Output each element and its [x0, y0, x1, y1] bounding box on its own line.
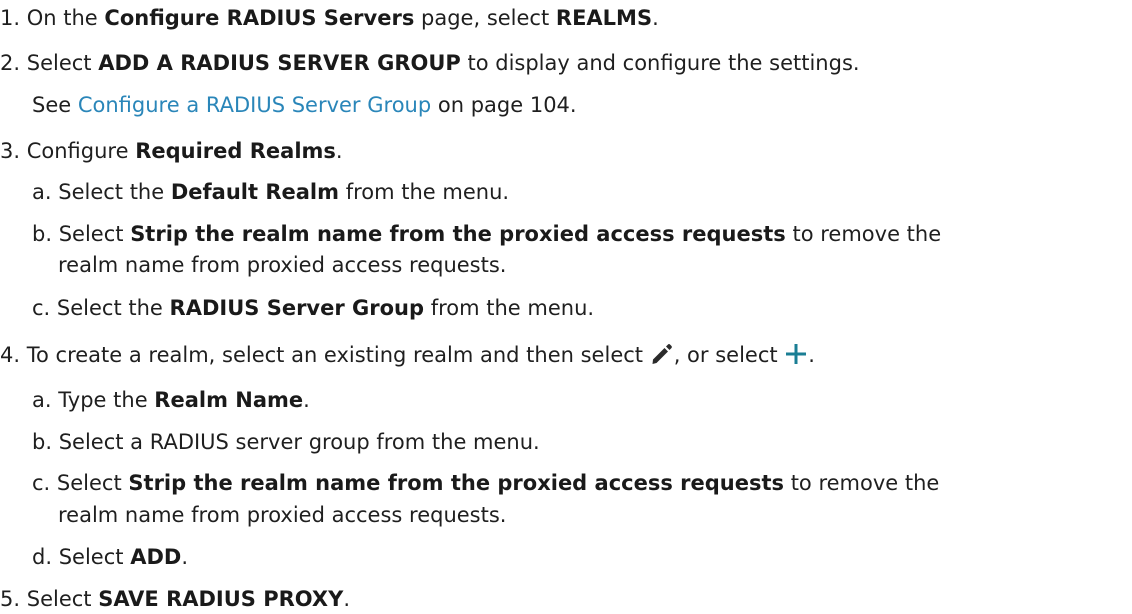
step-number: 5. — [0, 587, 21, 611]
substep-letter: b. — [32, 222, 53, 246]
step-number: 1. — [0, 6, 21, 30]
step-4b: b. Select a RADIUS server group from the… — [32, 427, 540, 457]
substep-letter: b. — [32, 430, 53, 454]
step-text: To create a realm, select an existing re… — [26, 343, 644, 367]
step-text: On the — [26, 6, 98, 30]
step-3b-continued: realm name from proxied access requests. — [58, 250, 506, 280]
step-2: 2. Select ADD A RADIUS SERVER GROUP to d… — [0, 48, 860, 78]
step-bold-term: Configure RADIUS Servers — [104, 6, 415, 30]
cross-reference-link[interactable]: Configure a RADIUS Server Group — [78, 93, 431, 117]
step-text: to display and configure the settings. — [467, 51, 860, 75]
step-number: 3. — [0, 139, 21, 163]
substep-letter: a. — [32, 180, 52, 204]
see-text: on page 104. — [437, 93, 577, 117]
pencil-icon — [650, 342, 674, 374]
substep-text: to remove the — [790, 471, 940, 495]
substep-bold-term: Default Realm — [170, 180, 340, 204]
step-bold-term: REALMS — [555, 6, 653, 30]
substep-text: Select the — [56, 296, 163, 320]
substep-text: Select the — [58, 180, 165, 204]
step-text: . — [343, 587, 350, 611]
step-4a: a. Type the Realm Name. — [32, 385, 310, 415]
substep-text: Select a RADIUS server group from the me… — [58, 430, 540, 454]
plus-icon — [784, 342, 808, 374]
step-number: 4. — [0, 343, 21, 367]
substep-text: Select — [58, 545, 124, 569]
substep-bold-term: Realm Name — [154, 388, 304, 412]
step-4c: c. Select Strip the realm name from the … — [32, 468, 939, 498]
step-4d: d. Select ADD. — [32, 542, 188, 572]
substep-letter: d. — [32, 545, 53, 569]
substep-letter: c. — [32, 471, 51, 495]
substep-text: realm name from proxied access requests. — [58, 503, 507, 527]
see-text: See — [32, 93, 72, 117]
substep-text: Select — [56, 471, 122, 495]
step-text: . — [335, 139, 343, 163]
step-bold-term: SAVE RADIUS PROXY — [98, 587, 344, 611]
step-text: page, select — [421, 6, 550, 30]
substep-text: from the menu. — [430, 296, 595, 320]
substep-text: Select — [58, 222, 124, 246]
step-4: 4. To create a realm, select an existing… — [0, 340, 815, 370]
step-text: Select — [26, 587, 92, 611]
step-bold-term: Required Realms — [135, 139, 336, 163]
step-3b: b. Select Strip the realm name from the … — [32, 219, 941, 249]
step-text: . — [652, 6, 659, 30]
step-1: 1. On the Configure RADIUS Servers page,… — [0, 3, 659, 33]
step-text: , or select — [673, 343, 778, 367]
step-2-see-also: See Configure a RADIUS Server Group on p… — [32, 90, 577, 120]
step-number: 2. — [0, 51, 21, 75]
substep-bold-term: Strip the realm name from the proxied ac… — [130, 222, 786, 246]
step-text: Configure — [26, 139, 129, 163]
step-bold-term: ADD A RADIUS SERVER GROUP — [98, 51, 461, 75]
substep-bold-term: ADD — [130, 545, 182, 569]
substep-text: . — [303, 388, 310, 412]
substep-text: Type the — [58, 388, 148, 412]
substep-text: from the menu. — [345, 180, 510, 204]
step-5: 5. Select SAVE RADIUS PROXY. — [0, 584, 350, 614]
substep-text: . — [181, 545, 188, 569]
substep-letter: a. — [32, 388, 52, 412]
step-text: . — [808, 343, 815, 367]
substep-bold-term: Strip the realm name from the proxied ac… — [128, 471, 785, 495]
substep-letter: c. — [32, 296, 51, 320]
step-3c: c. Select the RADIUS Server Group from t… — [32, 293, 594, 323]
step-3a: a. Select the Default Realm from the men… — [32, 177, 509, 207]
step-3: 3. Configure Required Realms. — [0, 136, 343, 166]
step-4c-continued: realm name from proxied access requests. — [58, 500, 506, 530]
substep-bold-term: RADIUS Server Group — [169, 296, 425, 320]
substep-text: realm name from proxied access requests. — [58, 253, 507, 277]
step-text: Select — [26, 51, 92, 75]
substep-text: to remove the — [792, 222, 942, 246]
